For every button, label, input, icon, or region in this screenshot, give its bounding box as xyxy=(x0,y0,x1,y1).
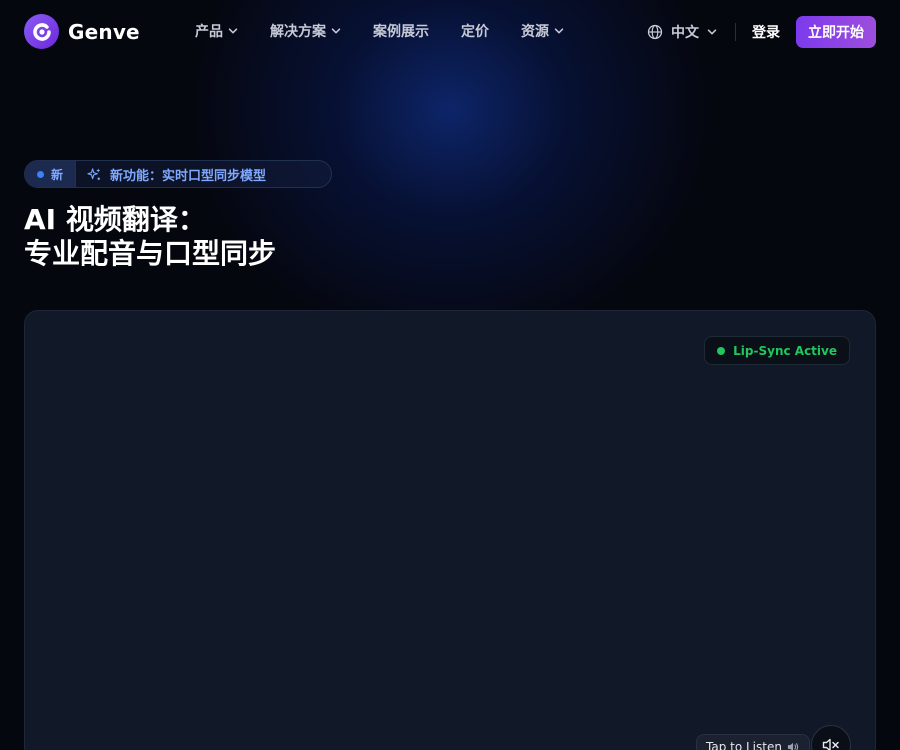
chevron-down-icon xyxy=(331,28,341,34)
chevron-down-icon xyxy=(228,28,238,34)
nav-actions: 中文 登录 立即开始 xyxy=(647,16,876,48)
login-link[interactable]: 登录 xyxy=(752,22,780,42)
chevron-down-icon xyxy=(707,29,717,35)
nav-item-label: 解决方案 xyxy=(270,24,326,40)
video-player[interactable]: Lip-Sync Active Tap to Listen xyxy=(24,310,876,750)
speaker-icon xyxy=(787,742,799,750)
sparkles-icon xyxy=(87,167,101,180)
tap-to-listen-label: Tap to Listen xyxy=(706,740,782,750)
nav-item-label: 产品 xyxy=(195,24,223,40)
nav-item-solutions[interactable]: 解决方案 xyxy=(270,21,341,41)
brand-logo[interactable]: Genve xyxy=(24,14,140,49)
tap-to-listen-button[interactable]: Tap to Listen xyxy=(696,734,810,750)
mute-toggle-button[interactable] xyxy=(811,725,851,750)
language-label: 中文 xyxy=(671,25,699,41)
status-dot xyxy=(717,346,726,355)
nav-item-resources[interactable]: 资源 xyxy=(521,21,564,41)
globe-icon xyxy=(647,24,663,40)
lip-sync-status-label: Lip-Sync Active xyxy=(733,343,837,358)
new-tag-label: 新 xyxy=(51,167,64,182)
logo-icon xyxy=(24,14,59,49)
announcement-badge[interactable]: 新 新功能：实时口型同步模型 xyxy=(24,160,332,188)
chevron-down-icon xyxy=(554,28,564,34)
mute-icon xyxy=(822,738,839,750)
announcement-text: 新功能：实时口型同步模型 xyxy=(110,168,267,184)
nav-item-label: 资源 xyxy=(521,24,549,40)
nav-divider xyxy=(735,23,736,41)
status-dot xyxy=(37,170,44,178)
nav-item-pricing[interactable]: 定价 xyxy=(461,21,489,41)
lip-sync-status-badge: Lip-Sync Active xyxy=(704,336,850,365)
page: Genve 产品 解决方案 案例展示 定价 资源 中文 登录 立即开始 新 新功… xyxy=(0,0,900,750)
language-selector[interactable]: 中文 xyxy=(647,22,717,42)
hero-title: AI 视频翻译： 专业配音与口型同步 xyxy=(24,203,276,271)
nav-item-label: 案例展示 xyxy=(373,24,429,40)
nav-item-cases[interactable]: 案例展示 xyxy=(373,21,429,41)
top-nav: Genve 产品 解决方案 案例展示 定价 资源 中文 登录 立即开始 xyxy=(0,0,900,64)
new-tag: 新 xyxy=(25,161,77,187)
hero-title-line-2: 专业配音与口型同步 xyxy=(24,237,277,270)
main-nav: 产品 解决方案 案例展示 定价 资源 xyxy=(195,21,564,41)
nav-item-label: 定价 xyxy=(461,24,489,40)
announcement-content: 新功能：实时口型同步模型 xyxy=(76,165,266,184)
brand-name: Genve xyxy=(68,19,140,44)
get-started-button[interactable]: 立即开始 xyxy=(796,16,876,48)
hero-title-line-1: AI 视频翻译： xyxy=(24,203,206,236)
nav-item-products[interactable]: 产品 xyxy=(195,21,238,41)
